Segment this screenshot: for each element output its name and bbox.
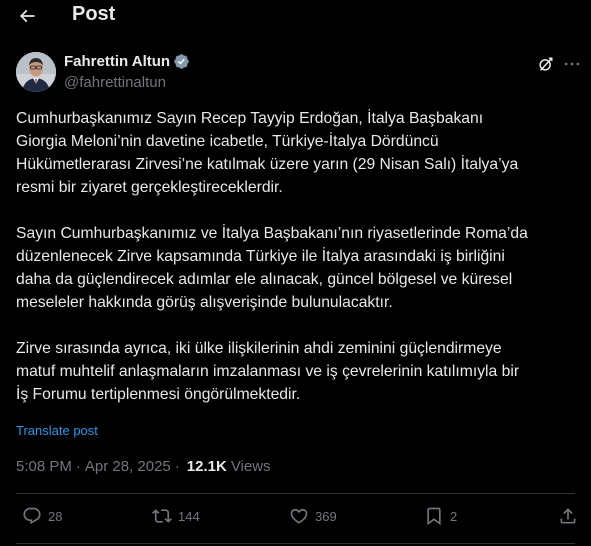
page-title: Post [72, 3, 116, 25]
bookmark-count: 2 [450, 508, 458, 524]
tweet-paragraph: Cumhurbaşkanımız Sayın Recep Tayyip Erdo… [16, 110, 519, 196]
views-label: Views [230, 458, 271, 475]
reply-icon [23, 507, 41, 525]
translate-post-link[interactable]: Translate post [16, 423, 98, 438]
divider [16, 543, 575, 544]
reply-button[interactable]: 28 [22, 506, 62, 526]
page-header: Post [0, 0, 591, 32]
more-button[interactable] [562, 54, 582, 74]
post-time[interactable]: 5:08 PM [16, 458, 72, 475]
avatar-image [16, 52, 56, 92]
tweet-paragraph: Zirve sırasında ayrıca, iki ülke ilişkil… [16, 340, 520, 403]
like-count: 369 [315, 508, 337, 524]
author-handle[interactable]: @fahrettinaltun [64, 74, 166, 91]
author-name-row: Fahrettin Altun [64, 53, 190, 70]
action-bar: 28 144 369 2 [0, 500, 591, 536]
reply-count: 28 [48, 508, 63, 524]
avatar[interactable] [16, 52, 56, 92]
more-dots-icon [564, 62, 580, 66]
bookmark-icon [427, 507, 441, 526]
repost-count: 144 [178, 508, 200, 524]
meta-separator: · [75, 458, 81, 475]
post-date[interactable]: Apr 28, 2025 [85, 458, 171, 475]
post-metadata: 5:08 PM · Apr 28, 2025 · 12.1K Views [16, 458, 271, 475]
verified-badge-icon[interactable] [173, 53, 190, 70]
repost-button[interactable]: 144 [152, 506, 200, 526]
views-count[interactable]: 12.1K [187, 458, 227, 475]
tweet-text: Cumhurbaşkanımız Sayın Recep Tayyip Erdo… [16, 107, 576, 406]
tweet-paragraph: Sayın Cumhurbaşkanımız ve İtalya Başbaka… [16, 225, 528, 311]
arrow-left-icon [19, 9, 35, 23]
repost-icon [152, 509, 172, 523]
meta-separator: · [174, 458, 180, 475]
back-button[interactable] [16, 6, 38, 26]
heart-icon [290, 508, 308, 524]
grok-button[interactable] [536, 54, 556, 74]
divider [16, 493, 575, 494]
share-icon [560, 508, 576, 524]
grok-icon [539, 57, 553, 71]
bookmark-button[interactable]: 2 [424, 506, 457, 526]
like-button[interactable]: 369 [289, 506, 337, 526]
share-button[interactable] [558, 506, 578, 526]
author-name[interactable]: Fahrettin Altun [64, 53, 170, 70]
